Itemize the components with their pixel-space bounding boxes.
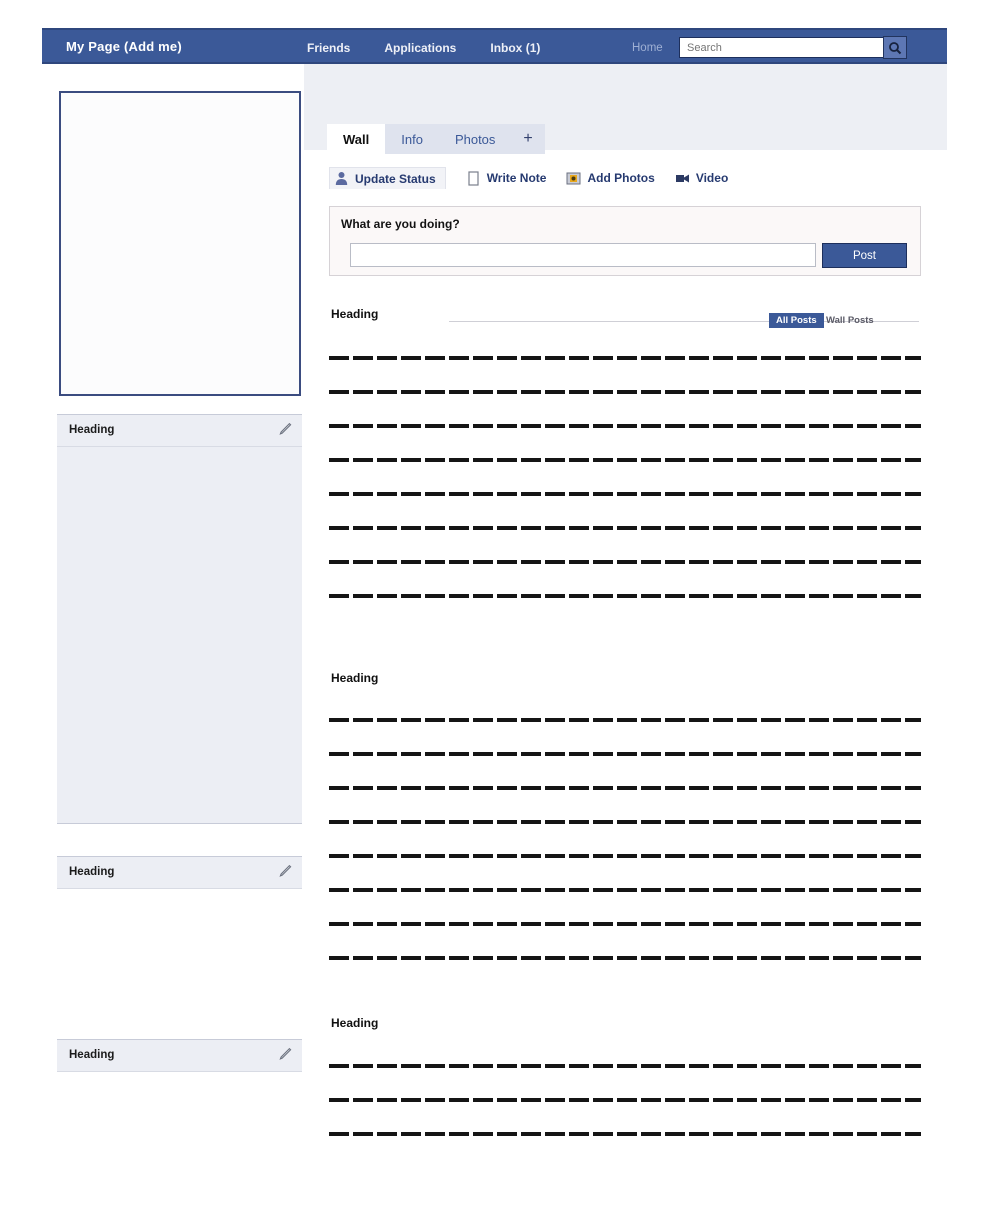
video-icon (675, 171, 690, 186)
placeholder-line (329, 718, 921, 722)
page-root: Heading Heading Heading Wall Info Photos… (0, 0, 989, 1232)
status-input[interactable] (350, 243, 816, 267)
search-input[interactable] (685, 38, 885, 57)
photo-icon (566, 171, 581, 186)
nav-inbox[interactable]: Inbox (1) (490, 41, 540, 55)
sidebar-panel-3: Heading (57, 1039, 302, 1232)
placeholder-line (329, 888, 921, 892)
pencil-icon[interactable] (277, 422, 292, 438)
search-button[interactable] (883, 36, 907, 59)
video-button[interactable]: Video (675, 171, 728, 186)
person-icon (334, 171, 349, 186)
feed-section-2-heading: Heading (331, 671, 379, 685)
brand-title[interactable]: My Page (Add me) (66, 39, 182, 54)
write-note-label: Write Note (486, 171, 547, 185)
feed-filter-heading: Heading (331, 307, 379, 321)
feed-section-3-lines (329, 1064, 921, 1166)
sidebar-panel-2-body (57, 889, 302, 1034)
placeholder-line (329, 752, 921, 756)
add-photos-label: Add Photos (587, 171, 655, 185)
pencil-icon[interactable] (277, 864, 292, 880)
note-icon (466, 170, 481, 186)
sidebar-panel-3-title: Heading (69, 1049, 115, 1061)
sidebar-panel-2-header[interactable]: Heading (57, 856, 302, 889)
placeholder-line (329, 786, 921, 790)
sidebar-panel-1-body (57, 447, 302, 824)
update-status-label: Update Status (355, 171, 436, 186)
placeholder-line (329, 560, 921, 564)
placeholder-line (329, 492, 921, 496)
placeholder-line (329, 1098, 921, 1102)
placeholder-line (329, 458, 921, 462)
main-content: Wall Info Photos + Update Status Write N… (304, 64, 947, 1200)
placeholder-line (329, 390, 921, 394)
update-status-button[interactable]: Update Status (329, 167, 446, 189)
nav-friends[interactable]: Friends (307, 41, 350, 55)
nav-home[interactable]: Home (632, 42, 663, 54)
status-composer: What are you doing? Post (329, 206, 921, 276)
add-photos-button[interactable]: Add Photos (566, 171, 655, 186)
sidebar-panel-3-body (57, 1072, 302, 1232)
placeholder-line (329, 526, 921, 530)
profile-tabs: Wall Info Photos + (327, 124, 545, 154)
tab-add-button[interactable]: + (511, 124, 545, 154)
placeholder-line (329, 356, 921, 360)
composer-action-row: Update Status Write Note Add Photos Vide… (329, 167, 728, 189)
sidebar-panel-2-title: Heading (69, 866, 115, 878)
placeholder-line (329, 854, 921, 858)
post-button[interactable]: Post (822, 243, 907, 268)
sidebar-panel-3-header[interactable]: Heading (57, 1039, 302, 1072)
feed-filter-row: Heading All Posts Wall Posts (304, 302, 947, 328)
sidebar-panel-1-title: Heading (69, 424, 115, 436)
pencil-icon[interactable] (277, 1047, 292, 1063)
tab-info[interactable]: Info (385, 124, 439, 154)
video-label: Video (695, 171, 729, 185)
placeholder-line (329, 820, 921, 824)
placeholder-line (329, 1064, 921, 1068)
placeholder-line (329, 424, 921, 428)
feed-section-3-heading: Heading (331, 1016, 379, 1030)
placeholder-line (329, 956, 921, 960)
tab-wall[interactable]: Wall (327, 124, 386, 154)
placeholder-line (329, 594, 921, 598)
sidebar-panel-2: Heading (57, 856, 302, 1034)
filter-wall-posts[interactable]: Wall Posts (826, 315, 874, 326)
composer-prompt: What are you doing? (341, 217, 460, 231)
top-navigation-bar: My Page (Add me) Friends Applications In… (42, 28, 947, 64)
tab-photos[interactable]: Photos (438, 124, 512, 154)
filter-all-posts[interactable]: All Posts (769, 313, 824, 328)
sidebar-panel-1-header[interactable]: Heading (57, 414, 302, 447)
feed-section-1-lines (329, 356, 921, 628)
sidebar-panel-1: Heading (57, 414, 302, 824)
top-nav-links: Friends Applications Inbox (1) (307, 41, 540, 55)
placeholder-line (329, 1132, 921, 1136)
profile-photo-placeholder[interactable] (59, 91, 301, 396)
placeholder-line (329, 922, 921, 926)
search-field-wrapper[interactable] (679, 37, 904, 58)
feed-section-2-lines (329, 718, 921, 990)
nav-applications[interactable]: Applications (384, 41, 456, 55)
write-note-button[interactable]: Write Note (466, 170, 547, 186)
left-sidebar: Heading Heading Heading (42, 64, 304, 1232)
search-icon (888, 41, 902, 55)
